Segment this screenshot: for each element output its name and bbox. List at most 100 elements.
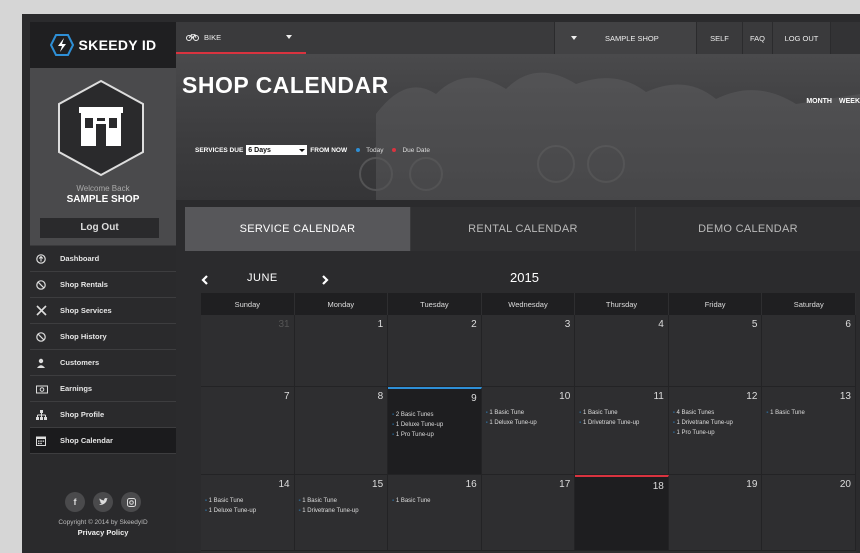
event-label: 1 Drivetrane Tune-up <box>676 420 733 426</box>
day-number: 15 <box>372 479 384 490</box>
sidebar-item-shop-rentals[interactable]: Shop Rentals <box>30 272 176 298</box>
twitter-icon[interactable] <box>93 492 113 512</box>
calendar-day-cell[interactable]: 19 <box>668 475 763 551</box>
event-label: 1 Deluxe Tune-up <box>208 508 257 514</box>
day-number: 11 <box>653 391 664 402</box>
calendar-day-cell[interactable]: 8 <box>294 387 389 475</box>
calendar-day-cell[interactable]: 17 <box>481 475 576 551</box>
privacy-policy-link[interactable]: Privacy Policy <box>30 528 176 537</box>
shop-name: SAMPLE SHOP <box>66 194 140 205</box>
sidebar-item-shop-services[interactable]: Shop Services <box>30 298 176 324</box>
due-date-legend-dot <box>392 148 397 152</box>
sidebar-item-customers[interactable]: Customers <box>30 350 176 376</box>
month-view-link[interactable]: MONTH <box>806 98 832 105</box>
service-event[interactable]: - 1 Drivetrane Tune-up <box>579 419 664 428</box>
calendar-day-cell[interactable]: 3 <box>481 315 576 387</box>
service-event[interactable]: - 1 Deluxe Tune-up <box>392 421 477 430</box>
service-event[interactable]: - 1 Basic Tune <box>486 409 571 418</box>
day-number: 8 <box>377 391 384 402</box>
service-event[interactable]: - 1 Basic Tune <box>579 409 664 418</box>
event-label: 4 Basic Tunes <box>676 410 715 416</box>
faq-link[interactable]: FAQ <box>742 22 772 54</box>
calendar-day-cell[interactable]: 11 - 1 Basic Tune - 1 Drivetrane Tune-up <box>575 387 669 475</box>
days-select[interactable]: 6 Days <box>246 145 308 155</box>
day-number: 19 <box>746 479 758 490</box>
sidebar-item-shop-profile[interactable]: Shop Profile <box>30 402 176 428</box>
instagram-icon[interactable] <box>121 492 141 512</box>
tab-demo-calendar[interactable]: DEMO CALENDAR <box>635 207 860 251</box>
service-event[interactable]: - 1 Deluxe Tune-up <box>486 419 571 428</box>
calendar-day-cell[interactable]: 10 - 1 Basic Tune - 1 Deluxe Tune-up <box>481 387 576 475</box>
due-date-legend-label: Due Date <box>402 146 430 154</box>
brand-logo[interactable]: SKEEDY ID <box>30 22 176 68</box>
calendar-day-cell[interactable]: 20 <box>762 475 856 551</box>
day-number: 4 <box>658 319 664 330</box>
shop-selector[interactable]: SAMPLE SHOP <box>554 22 696 54</box>
day-number: 2 <box>471 319 477 330</box>
bike-selector[interactable]: BIKE <box>176 22 306 54</box>
topbar-spacer <box>830 22 860 54</box>
sidebar-item-earnings[interactable]: Earnings <box>30 376 176 402</box>
from-now-label: FROM NOW <box>310 146 348 154</box>
sidebar-item-dashboard[interactable]: Dashboard <box>30 246 176 272</box>
weekday-label: Thursday <box>575 293 669 315</box>
chevron-right-icon[interactable] <box>321 272 329 290</box>
week-view-link[interactable]: WEEK <box>839 98 860 105</box>
calendar-day-cell[interactable]: 31 <box>201 315 295 387</box>
service-event[interactable]: - 2 Basic Tunes <box>392 411 477 420</box>
calendar-day-cell[interactable]: 18 <box>575 475 669 551</box>
calendar-day-cell[interactable]: 6 <box>762 315 856 387</box>
calendar-day-cell[interactable]: 14 - 1 Basic Tune - 1 Deluxe Tune-up <box>201 475 295 551</box>
today-legend-dot <box>356 148 361 152</box>
calendar-grid: Sunday Monday Tuesday Wednesday Thursday… <box>201 293 856 553</box>
service-event[interactable]: - 1 Deluxe Tune-up <box>205 507 290 516</box>
sidebar-logout-button[interactable]: Log Out <box>40 218 159 238</box>
service-event[interactable]: - 4 Basic Tunes <box>673 409 758 418</box>
tab-service-calendar[interactable]: SERVICE CALENDAR <box>185 207 410 251</box>
month-label: JUNE <box>247 272 278 284</box>
event-label: 1 Basic Tune <box>770 410 805 416</box>
event-label: 1 Drivetrane Tune-up <box>302 508 359 514</box>
page-title: SHOP CALENDAR <box>182 72 389 98</box>
weekday-header: Sunday Monday Tuesday Wednesday Thursday… <box>201 293 856 315</box>
calendar-day-cell[interactable]: 15 - 1 Basic Tune - 1 Drivetrane Tune-up <box>294 475 389 551</box>
sidebar-item-label: Shop Services <box>60 306 112 315</box>
service-event[interactable]: - 1 Basic Tune <box>299 497 384 506</box>
self-link[interactable]: SELF <box>696 22 742 54</box>
logout-link[interactable]: LOG OUT <box>772 22 830 54</box>
tab-rental-calendar[interactable]: RENTAL CALENDAR <box>410 207 635 251</box>
calendar-day-cell[interactable]: 1 <box>294 315 389 387</box>
profile-panel: Welcome Back SAMPLE SHOP Log Out <box>30 68 176 246</box>
day-number: 12 <box>746 391 758 402</box>
sidebar-item-shop-history[interactable]: Shop History <box>30 324 176 350</box>
service-event[interactable]: - 1 Pro Tune-up <box>673 429 758 438</box>
calendar-day-cell[interactable]: 13 - 1 Basic Tune <box>762 387 856 475</box>
no-sign-icon <box>36 279 60 290</box>
brand-name: SKEEDY ID <box>78 37 157 53</box>
event-label: 1 Pro Tune-up <box>676 430 715 436</box>
calendar-day-cell[interactable]: 12 - 4 Basic Tunes - 1 Drivetrane Tune-up -… <box>668 387 763 475</box>
service-event[interactable]: - 1 Basic Tune <box>205 497 290 506</box>
chevron-left-icon[interactable] <box>201 272 209 290</box>
calendar-day-cell[interactable]: 16 - 1 Basic Tune <box>388 475 482 551</box>
calendar-day-cell[interactable]: 4 <box>575 315 669 387</box>
service-event[interactable]: - 1 Basic Tune <box>766 409 851 418</box>
service-event[interactable]: - 1 Pro Tune-up <box>392 431 477 440</box>
service-event[interactable]: - 1 Drivetrane Tune-up <box>299 507 384 516</box>
calendar-day-cell[interactable]: 7 <box>201 387 295 475</box>
calendar-day-cell[interactable]: 5 <box>668 315 763 387</box>
calendar-day-cell[interactable]: 9 - 2 Basic Tunes - 1 Deluxe Tune-up - 1 Pr… <box>388 387 482 475</box>
shop-selector-label: SAMPLE SHOP <box>605 33 659 43</box>
service-event[interactable]: - 1 Drivetrane Tune-up <box>673 419 758 428</box>
calendar-day-cell[interactable]: 2 <box>388 315 482 387</box>
day-number: 3 <box>564 319 571 330</box>
event-label: 1 Basic Tune <box>302 498 337 504</box>
day-number: 14 <box>278 479 290 490</box>
event-label: 1 Basic Tune <box>489 410 525 416</box>
sidebar-item-shop-calendar[interactable]: Shop Calendar <box>30 428 176 454</box>
facebook-icon[interactable]: f <box>65 492 85 512</box>
day-number: 17 <box>559 479 571 490</box>
sidebar-item-label: Shop Calendar <box>60 436 113 445</box>
weekday-label: Friday <box>669 293 763 315</box>
service-event[interactable]: - 1 Basic Tune <box>392 497 477 506</box>
